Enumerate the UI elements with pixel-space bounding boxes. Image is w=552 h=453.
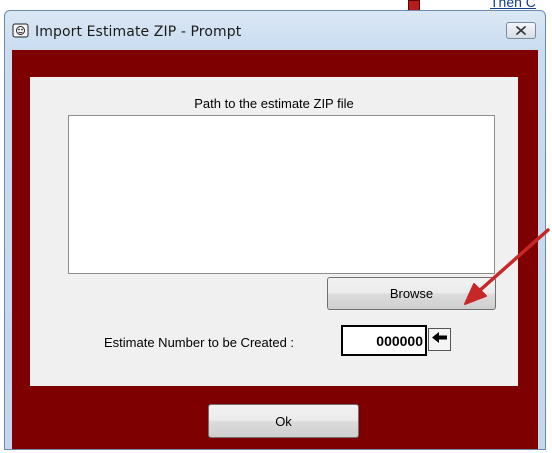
path-textbox[interactable] [68,115,495,274]
window-title: Import Estimate ZIP - Prompt [35,24,242,40]
path-label: Path to the estimate ZIP file [194,96,354,111]
title-bar: Import Estimate ZIP - Prompt [5,11,545,47]
estimate-number-input[interactable]: 000000 [341,325,427,356]
dialog-window: Import Estimate ZIP - Prompt Path to the… [4,10,546,450]
close-button[interactable] [506,22,536,39]
close-icon [507,25,535,42]
app-icon [12,22,29,39]
ok-button[interactable]: Ok [208,404,359,438]
left-arrow-icon [431,331,448,349]
background-link-text: Then C [490,0,536,10]
estimate-number-label: Estimate Number to be Created : [104,335,295,350]
browse-button[interactable]: Browse [327,277,496,310]
dialog-client-area: Path to the estimate ZIP file Browse Est… [12,50,538,449]
form-panel: Path to the estimate ZIP file Browse Est… [30,77,518,386]
estimate-arrow-button[interactable] [428,328,451,351]
